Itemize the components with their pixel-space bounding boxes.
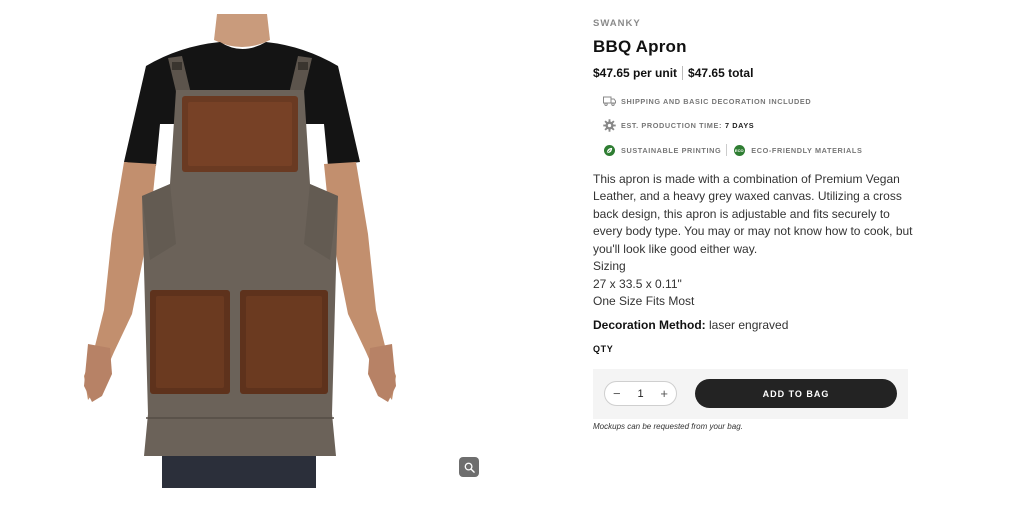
add-to-cart-panel: − 1 + ADD TO BAG — [593, 369, 908, 419]
qty-increase-button[interactable]: + — [660, 387, 668, 400]
decoration-label: Decoration Method: — [593, 317, 706, 332]
feature-sustainable-text: SUSTAINABLE PRINTING — [621, 145, 722, 155]
gear-icon — [602, 119, 616, 133]
qty-input[interactable]: 1 — [637, 388, 643, 400]
product-image[interactable] — [80, 14, 400, 488]
vendor-name[interactable]: SWANKY — [593, 18, 913, 29]
qty-label: QTY — [593, 343, 614, 354]
sizing-label: Sizing — [593, 259, 626, 273]
feature-shipping: SHIPPING AND BASIC DECORATION INCLUDED — [602, 89, 913, 114]
product-info: SWANKY BBQ Apron $47.65 per unit $47.65 … — [593, 18, 913, 354]
feature-eco-text: ECO-FRIENDLY MATERIALS — [751, 145, 863, 155]
eco-badge-icon: ECO — [732, 143, 746, 157]
product-title: BBQ Apron — [593, 37, 687, 56]
zoom-button[interactable] — [459, 457, 479, 477]
description-paragraph: This apron is made with a combination of… — [593, 171, 913, 256]
feature-production-time: EST. PRODUCTION TIME: 7 DAYS — [602, 114, 913, 139]
leaf-icon — [602, 143, 616, 157]
feature-shipping-text: SHIPPING AND BASIC DECORATION INCLUDED — [621, 96, 812, 106]
decoration-value: laser engraved — [709, 317, 789, 332]
quantity-stepper: − 1 + — [604, 381, 677, 406]
price-total: $47.65 total — [688, 66, 754, 80]
sizing-fit: One Size Fits Most — [593, 294, 695, 308]
mockup-note: Mockups can be requested from your bag. — [593, 422, 743, 431]
product-description: This apron is made with a combination of… — [593, 171, 913, 311]
eco-badge-text: ECO — [733, 144, 745, 156]
decoration-method: Decoration Method: laser engraved — [593, 318, 913, 332]
truck-icon — [602, 94, 616, 108]
zoom-icon — [464, 462, 475, 473]
price-divider — [682, 66, 684, 80]
qty-decrease-button[interactable]: − — [613, 387, 621, 400]
feature-sustainability: SUSTAINABLE PRINTING ECO ECO-FRIENDLY MA… — [602, 138, 913, 163]
sizing-dimensions: 27 x 33.5 x 0.11" — [593, 276, 682, 291]
feature-divider — [726, 144, 728, 157]
add-to-bag-button[interactable]: ADD TO BAG — [695, 379, 897, 408]
feature-production-value: 7 DAYS — [724, 121, 755, 131]
feature-list: SHIPPING AND BASIC DECORATION INCLUDED E… — [602, 89, 913, 163]
price-per-unit: $47.65 per unit — [593, 66, 678, 80]
product-gallery — [0, 0, 500, 509]
feature-production-label: EST. PRODUCTION TIME: — [621, 121, 722, 131]
price-row: $47.65 per unit $47.65 total — [593, 66, 913, 80]
